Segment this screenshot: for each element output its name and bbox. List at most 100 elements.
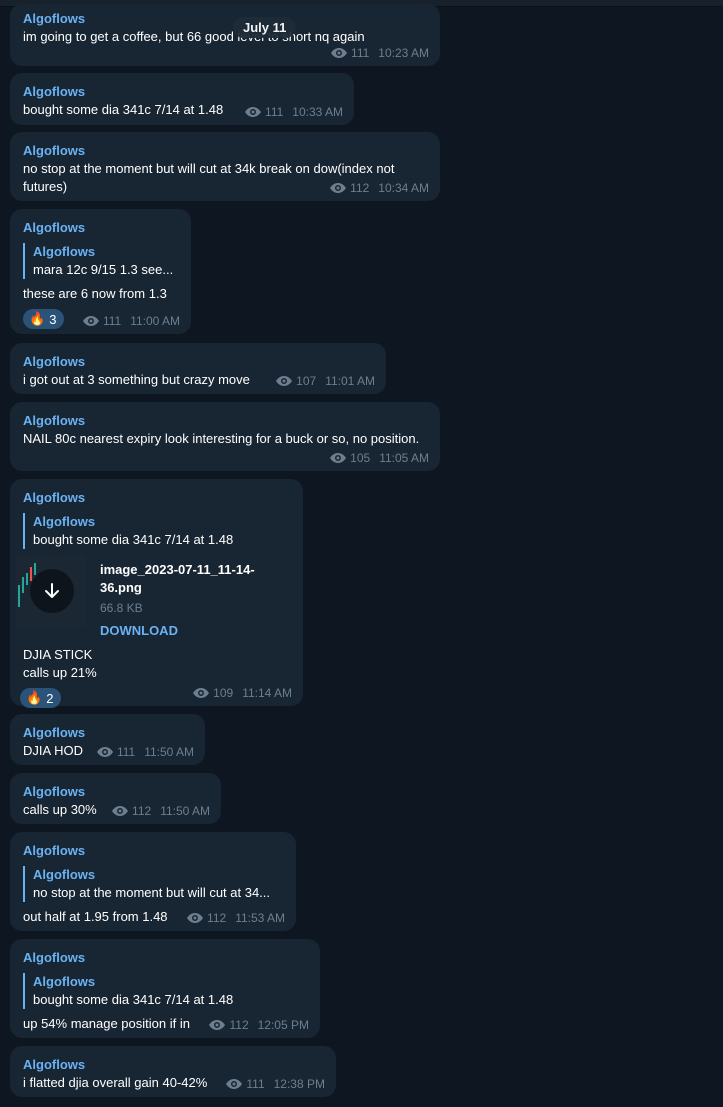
views-count: 111 bbox=[116, 745, 136, 759]
message-meta: 107 11:01 AM bbox=[276, 374, 375, 388]
message-time: 10:33 AM bbox=[292, 105, 343, 119]
message-bubble[interactable]: Algoflows bought some dia 341c 7/14 at 1… bbox=[10, 73, 354, 125]
message-meta: 109 11:14 AM bbox=[193, 686, 292, 700]
fire-icon: 🔥 bbox=[29, 311, 46, 326]
message-author[interactable]: Algoflows bbox=[23, 949, 308, 967]
message-author[interactable]: Algoflows bbox=[23, 842, 284, 860]
message-time: 12:05 PM bbox=[257, 1018, 309, 1032]
views-count: 111 bbox=[351, 46, 370, 60]
message-bubble[interactable]: Algoflows NAIL 80c nearest expiry look i… bbox=[10, 402, 440, 471]
message-meta: 112 12:05 PM bbox=[209, 1018, 309, 1032]
views-icon bbox=[82, 316, 99, 326]
message-time: 11:14 AM bbox=[242, 686, 292, 700]
views-icon bbox=[96, 747, 113, 757]
reply-quote[interactable]: Algoflows bought some dia 341c 7/14 at 1… bbox=[23, 513, 291, 549]
file-attachment[interactable]: image_2023-07-11_11-14-36.png 66.8 KB DO… bbox=[16, 555, 291, 640]
reply-text: bought some dia 341c 7/14 at 1.48 bbox=[33, 992, 234, 1007]
message-author[interactable]: Algoflows bbox=[23, 724, 193, 742]
message-meta: 112 11:50 AM bbox=[112, 804, 210, 818]
message-bubble[interactable]: Algoflows i flatted djia overall gain 40… bbox=[10, 1046, 336, 1097]
message-author[interactable]: Algoflows bbox=[23, 83, 342, 101]
views-count: 112 bbox=[350, 181, 370, 195]
message-author[interactable]: Algoflows bbox=[16, 489, 291, 507]
views-icon bbox=[187, 913, 204, 923]
reply-author: Algoflows bbox=[33, 974, 96, 989]
reply-quote[interactable]: Algoflows mara 12c 9/15 1.3 see... bbox=[23, 243, 179, 279]
message-author[interactable]: Algoflows bbox=[23, 353, 374, 371]
file-thumbnail[interactable] bbox=[16, 555, 86, 627]
date-separator: July 11 bbox=[233, 17, 297, 38]
views-icon bbox=[331, 48, 348, 58]
message-time: 12:38 PM bbox=[273, 1077, 325, 1091]
message-bubble[interactable]: Algoflows no stop at the moment but will… bbox=[10, 132, 440, 201]
message-meta: 111 11:50 AM bbox=[96, 745, 194, 759]
reply-author: Algoflows bbox=[33, 244, 96, 259]
reaction-count: 2 bbox=[46, 690, 54, 706]
reply-text: no stop at the moment but will cut at 34… bbox=[33, 885, 271, 900]
views-count: 109 bbox=[213, 686, 234, 700]
message-time: 11:01 AM bbox=[325, 374, 375, 388]
reply-text: bought some dia 341c 7/14 at 1.48 bbox=[33, 532, 234, 547]
message-bubble[interactable]: Algoflows calls up 30% 112 11:50 AM bbox=[10, 773, 221, 824]
message-text: im going to get a coffee, but 66 good le… bbox=[23, 29, 365, 44]
fire-icon: 🔥 bbox=[26, 690, 43, 705]
message-text-line: DJIA STICK bbox=[23, 647, 93, 662]
message-bubble[interactable]: Algoflows Algoflows bought some dia 341c… bbox=[10, 939, 320, 1038]
file-size: 66.8 KB bbox=[99, 601, 143, 615]
message-author[interactable]: Algoflows bbox=[23, 142, 428, 160]
message-meta: 111 11:00 AM bbox=[82, 314, 180, 328]
views-count: 112 bbox=[132, 804, 152, 818]
message-meta: 111 10:33 AM bbox=[245, 105, 343, 119]
message-meta: 112 11:53 AM bbox=[187, 911, 285, 925]
message-author[interactable]: Algoflows bbox=[23, 1056, 324, 1074]
message-time: 11:50 AM bbox=[144, 745, 194, 759]
views-icon bbox=[193, 688, 210, 698]
views-count: 112 bbox=[229, 1018, 249, 1032]
views-count: 111 bbox=[102, 314, 122, 328]
reply-quote[interactable]: Algoflows no stop at the moment but will… bbox=[23, 866, 284, 902]
message-time: 11:05 AM bbox=[379, 451, 429, 465]
message-bubble[interactable]: Algoflows im going to get a coffee, but … bbox=[10, 4, 440, 66]
reply-author: Algoflows bbox=[33, 867, 96, 882]
message-meta: 112 10:34 AM bbox=[330, 181, 429, 195]
message-bubble[interactable]: Algoflows Algoflows no stop at the momen… bbox=[10, 832, 296, 931]
reaction-count: 3 bbox=[49, 311, 57, 327]
views-icon bbox=[330, 183, 347, 193]
views-count: 105 bbox=[350, 451, 371, 465]
message-text: these are 6 now from 1.3 bbox=[23, 286, 167, 301]
views-icon bbox=[276, 376, 293, 386]
message-bubble[interactable]: Algoflows Algoflows mara 12c 9/15 1.3 se… bbox=[10, 209, 191, 334]
views-count: 111 bbox=[246, 1077, 265, 1091]
reply-author: Algoflows bbox=[33, 514, 96, 529]
views-icon bbox=[209, 1020, 226, 1030]
views-count: 111 bbox=[265, 105, 284, 119]
views-icon bbox=[330, 453, 347, 463]
reaction-chip[interactable]: 🔥 3 bbox=[23, 309, 65, 329]
download-icon[interactable] bbox=[30, 569, 74, 613]
views-count: 112 bbox=[207, 911, 227, 925]
message-text-line: calls up 21% bbox=[23, 665, 97, 680]
views-icon bbox=[245, 107, 262, 117]
download-link[interactable]: DOWNLOAD bbox=[100, 622, 291, 640]
message-author[interactable]: Algoflows bbox=[23, 412, 428, 430]
reply-quote[interactable]: Algoflows bought some dia 341c 7/14 at 1… bbox=[23, 973, 308, 1009]
message-text: NAIL 80c nearest expiry look interesting… bbox=[23, 431, 420, 446]
file-name: image_2023-07-11_11-14-36.png bbox=[99, 562, 255, 595]
views-icon bbox=[112, 806, 129, 816]
message-time: 11:50 AM bbox=[160, 804, 210, 818]
message-author[interactable]: Algoflows bbox=[23, 783, 209, 801]
message-meta: 111 10:23 AM bbox=[331, 46, 429, 60]
reaction-chip[interactable]: 🔥 2 bbox=[20, 688, 62, 708]
message-bubble[interactable]: Algoflows Algoflows bought some dia 341c… bbox=[10, 479, 303, 708]
views-icon bbox=[226, 1079, 243, 1089]
message-time: 11:53 AM bbox=[235, 911, 285, 925]
message-meta: 105 11:05 AM bbox=[330, 451, 429, 465]
message-author[interactable]: Algoflows bbox=[23, 10, 428, 28]
message-bubble[interactable]: Algoflows i got out at 3 something but c… bbox=[10, 343, 386, 394]
reply-text: mara 12c 9/15 1.3 see... bbox=[33, 262, 174, 277]
message-time: 11:00 AM bbox=[130, 314, 180, 328]
message-meta: 111 12:38 PM bbox=[226, 1077, 325, 1091]
message-author[interactable]: Algoflows bbox=[23, 219, 179, 237]
message-time: 10:23 AM bbox=[378, 46, 429, 60]
message-bubble[interactable]: Algoflows DJIA HOD 111 11:50 AM bbox=[10, 714, 205, 765]
